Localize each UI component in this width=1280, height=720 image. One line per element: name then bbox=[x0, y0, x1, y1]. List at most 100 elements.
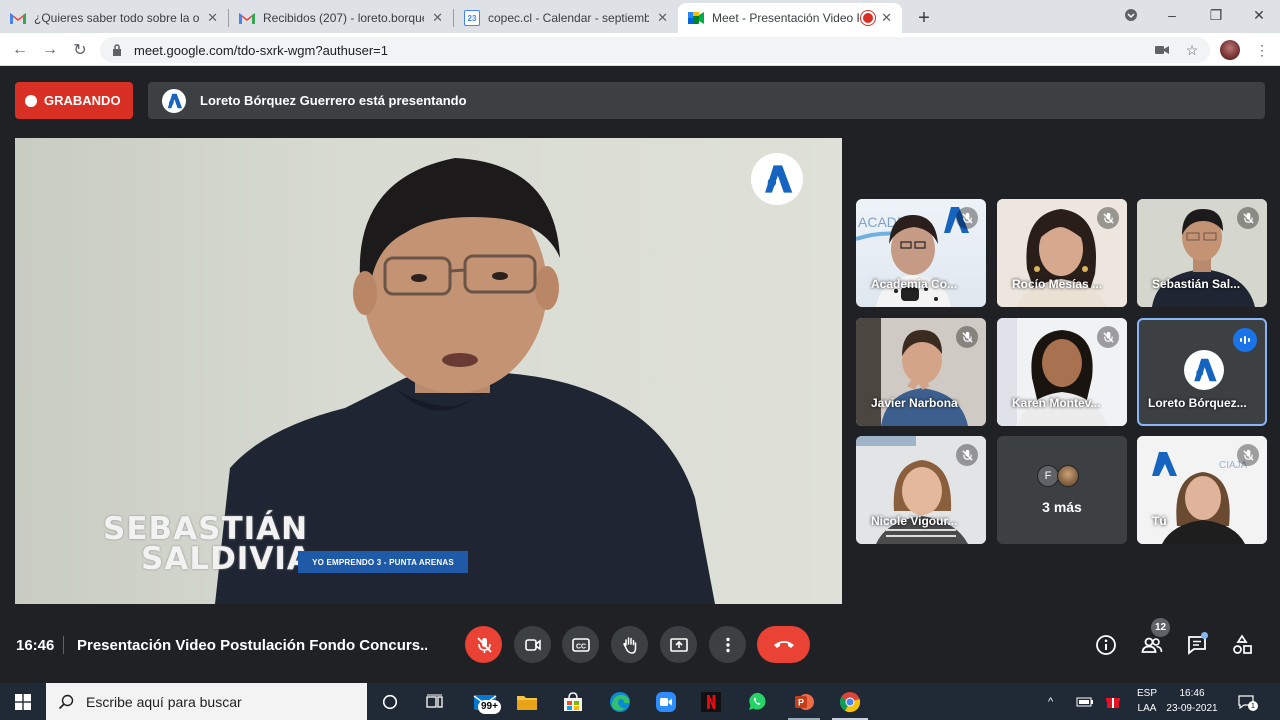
tab-calendar[interactable]: 23 copec.cl - Calendar - septiembre ✕ bbox=[454, 3, 678, 33]
meeting-details-button[interactable] bbox=[1092, 631, 1120, 659]
close-tab-icon[interactable]: ✕ bbox=[881, 10, 892, 26]
meeting-time: 16:46 bbox=[16, 637, 55, 654]
participant-tile[interactable]: ACADE Academia Co... bbox=[856, 199, 986, 307]
calendar-icon: 23 bbox=[464, 10, 480, 26]
camera-icon bbox=[524, 638, 541, 651]
people-icon bbox=[1141, 637, 1163, 653]
more-participants-tile[interactable]: F 3 más bbox=[997, 436, 1127, 544]
chrome-icon[interactable] bbox=[836, 688, 864, 716]
participant-tile[interactable]: Javier Narbona bbox=[856, 318, 986, 426]
new-tab-button[interactable]: + bbox=[910, 4, 938, 32]
show-hidden-icons-icon[interactable]: ^ bbox=[1048, 683, 1062, 720]
chat-notification-dot bbox=[1201, 632, 1208, 639]
meet-app: GRABANDO Loreto Bórquez Guerrero está pr… bbox=[0, 67, 1280, 684]
whatsapp-icon[interactable] bbox=[743, 688, 771, 716]
tab-meet[interactable]: Meet - Presentación Video P ✕ bbox=[678, 3, 902, 33]
start-button[interactable] bbox=[0, 683, 46, 720]
back-icon[interactable]: ← bbox=[8, 38, 32, 62]
profile-avatar[interactable] bbox=[1218, 38, 1242, 62]
cortana-icon[interactable] bbox=[376, 688, 404, 716]
notification-count-badge: 1 bbox=[1248, 701, 1258, 711]
reload-icon[interactable]: ↻ bbox=[68, 38, 92, 62]
mic-off-icon bbox=[956, 207, 978, 229]
battery-icon[interactable] bbox=[1076, 683, 1096, 720]
activities-shapes-icon bbox=[1233, 634, 1252, 654]
zoom-app-icon[interactable] bbox=[652, 688, 680, 716]
task-view-icon[interactable] bbox=[421, 688, 449, 716]
language-code: ESP bbox=[1136, 688, 1157, 699]
netflix-icon[interactable] bbox=[697, 688, 725, 716]
lock-icon bbox=[112, 44, 124, 56]
present-screen-icon bbox=[669, 637, 688, 652]
hang-up-icon bbox=[773, 640, 794, 648]
participant-tile-speaking[interactable]: Loreto Bórquez... bbox=[1137, 318, 1267, 426]
windows-taskbar: Escribe aquí para buscar 99+ P ^ ESP LAA… bbox=[0, 683, 1280, 720]
mic-off-icon bbox=[956, 444, 978, 466]
captions-button[interactable]: CC bbox=[562, 626, 599, 663]
gift-icon[interactable] bbox=[1106, 683, 1124, 720]
minimize-icon[interactable]: – bbox=[1160, 4, 1184, 26]
restore-icon[interactable]: ❐ bbox=[1204, 4, 1228, 26]
mail-badge: 99+ bbox=[478, 700, 501, 714]
leave-call-button[interactable] bbox=[757, 626, 810, 663]
close-window-icon[interactable]: ✕ bbox=[1247, 4, 1271, 26]
tab-gmail-recibidos[interactable]: Recibidos (207) - loreto.borquez ✕ bbox=[229, 3, 453, 33]
activities-button[interactable] bbox=[1228, 631, 1256, 659]
powerpoint-icon[interactable]: P bbox=[790, 688, 818, 716]
participant-name: Nicole Vigour... bbox=[871, 514, 958, 528]
tab-title: ¿Quieres saber todo sobre la obe bbox=[34, 11, 200, 25]
tab-gmail-obesidad[interactable]: ¿Quieres saber todo sobre la obe ✕ bbox=[0, 3, 228, 33]
camera-in-use-icon[interactable] bbox=[1150, 38, 1174, 62]
more-participants-label: 3 más bbox=[1042, 499, 1082, 515]
participant-tile[interactable]: Nicole Vigour... bbox=[856, 436, 986, 544]
participant-name: Karen Montev... bbox=[1012, 396, 1101, 410]
participant-tile[interactable]: Sebastián Sal... bbox=[1137, 199, 1267, 307]
participant-tile[interactable]: Karen Montev... bbox=[997, 318, 1127, 426]
close-tab-icon[interactable]: ✕ bbox=[207, 10, 218, 26]
lower-third-name: SEBASTIÁN SALDIVIA bbox=[103, 511, 312, 575]
presenting-text: Loreto Bórquez Guerrero está presentando bbox=[200, 93, 467, 108]
present-now-button[interactable] bbox=[660, 626, 697, 663]
tab-title: Meet - Presentación Video P bbox=[712, 11, 860, 25]
lower-third-line1: SEBASTIÁN bbox=[103, 511, 309, 547]
info-icon bbox=[1096, 635, 1116, 655]
lower-third-tag: YO EMPRENDO 3 - PUNTA ARENAS bbox=[298, 551, 468, 573]
store-icon[interactable] bbox=[559, 688, 587, 716]
browser-menu-icon[interactable]: ⋮ bbox=[1250, 38, 1274, 62]
participant-name: Academia Co... bbox=[871, 277, 958, 291]
clock-time: 16:46 bbox=[1179, 688, 1205, 699]
mic-off-icon bbox=[1237, 444, 1259, 466]
record-dot-icon bbox=[25, 94, 37, 107]
recording-indicator-icon bbox=[863, 13, 874, 23]
edge-browser-icon[interactable] bbox=[606, 688, 634, 716]
windows-logo-icon bbox=[15, 693, 31, 710]
avatar: F bbox=[1037, 465, 1059, 487]
participant-name: Javier Narbona bbox=[871, 396, 958, 410]
tab-search-icon[interactable] bbox=[1121, 4, 1141, 26]
address-bar: ← → ↻ meet.google.com/tdo-sxrk-wgm?authu… bbox=[0, 33, 1280, 66]
file-explorer-icon[interactable] bbox=[513, 688, 541, 716]
participant-tile-self[interactable]: CIAJA Tú bbox=[1137, 436, 1267, 544]
close-tab-icon[interactable]: ✕ bbox=[657, 10, 668, 26]
microphone-toggle-button[interactable] bbox=[465, 626, 502, 663]
academia-logo-icon bbox=[162, 88, 186, 113]
bookmark-star-icon[interactable]: ☆ bbox=[1180, 38, 1204, 62]
forward-icon[interactable]: → bbox=[38, 38, 62, 62]
url-field[interactable]: meet.google.com/tdo-sxrk-wgm?authuser=1 bbox=[100, 37, 1210, 63]
input-language[interactable]: ESP LAA bbox=[1130, 686, 1164, 716]
mic-off-icon bbox=[1237, 207, 1259, 229]
system-clock[interactable]: 16:46 23-09-2021 bbox=[1166, 686, 1218, 716]
mic-off-icon bbox=[476, 636, 492, 653]
participant-tile[interactable]: Rocío Mesías ... bbox=[997, 199, 1127, 307]
participant-name: Tú bbox=[1152, 514, 1167, 528]
raise-hand-button[interactable] bbox=[611, 626, 648, 663]
close-tab-icon[interactable]: ✕ bbox=[432, 10, 443, 26]
mic-off-icon bbox=[1097, 207, 1119, 229]
recording-button[interactable]: GRABANDO bbox=[15, 82, 133, 119]
mic-off-icon bbox=[956, 326, 978, 348]
avatar bbox=[1057, 465, 1079, 487]
participant-name: Sebastián Sal... bbox=[1152, 277, 1241, 291]
camera-toggle-button[interactable] bbox=[514, 626, 551, 663]
more-options-button[interactable] bbox=[709, 626, 746, 663]
taskbar-search-field[interactable]: Escribe aquí para buscar bbox=[46, 683, 367, 720]
